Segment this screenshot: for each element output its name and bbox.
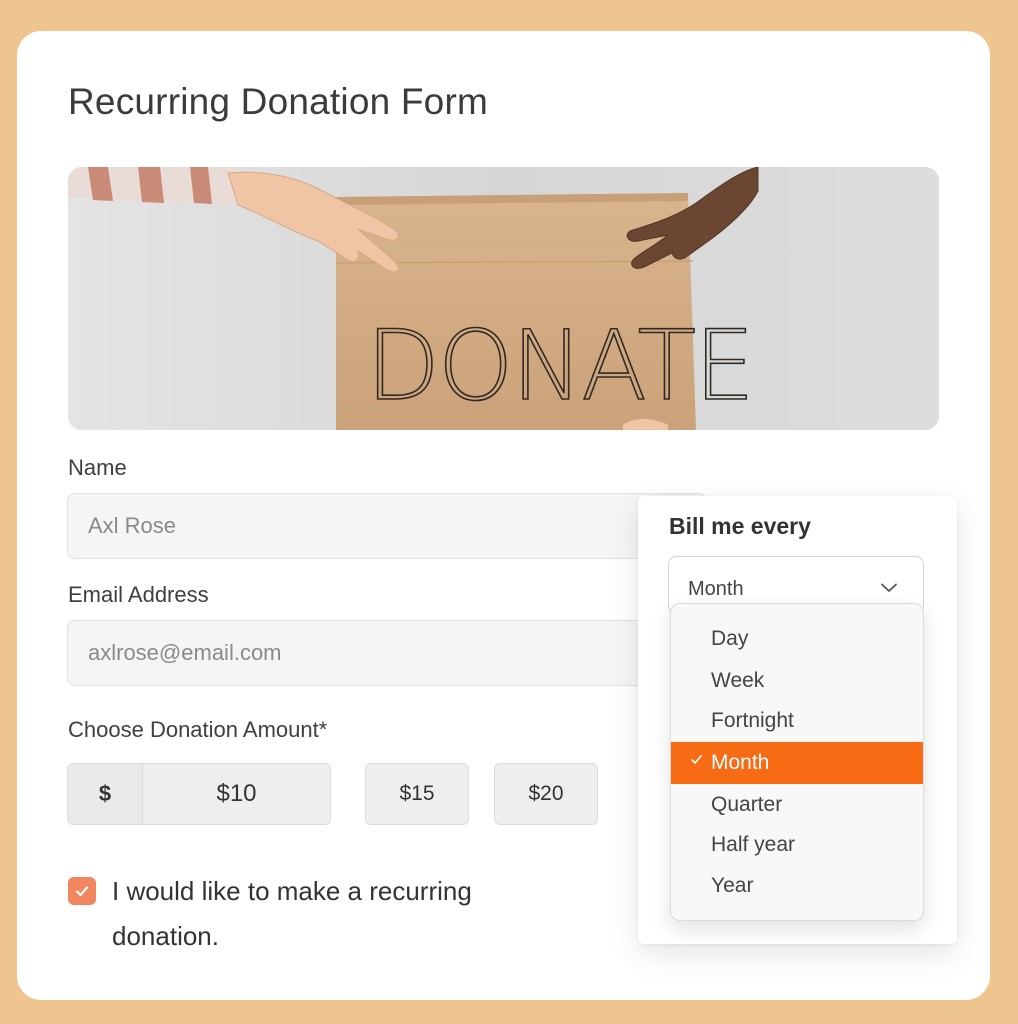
currency-symbol: $ bbox=[68, 764, 143, 824]
donation-amount-label: Choose Donation Amount* bbox=[68, 717, 328, 742]
email-input[interactable] bbox=[67, 620, 707, 686]
option-label: Week bbox=[711, 669, 765, 692]
billing-frequency-panel: Bill me every Month Day Week Fortnight M… bbox=[638, 496, 957, 944]
option-week[interactable]: Week bbox=[671, 660, 923, 702]
form-title: Recurring Donation Form bbox=[68, 81, 488, 122]
donate-sign-text: DONATE bbox=[366, 310, 753, 422]
option-month[interactable]: Month bbox=[671, 742, 923, 784]
option-label: Quarter bbox=[711, 793, 783, 816]
checkmark-icon bbox=[75, 886, 89, 897]
custom-amount-field[interactable]: $ $10 bbox=[67, 763, 331, 825]
option-label: Day bbox=[711, 627, 749, 650]
amount-preset-15-button[interactable]: $15 bbox=[365, 763, 469, 825]
option-day[interactable]: Day bbox=[671, 618, 923, 660]
email-label: Email Address bbox=[68, 582, 209, 607]
amount-value[interactable]: $10 bbox=[143, 764, 330, 824]
option-label: Fortnight bbox=[711, 709, 794, 732]
billing-frequency-dropdown: Day Week Fortnight Month Quarter Half ye… bbox=[670, 603, 924, 921]
recurring-checkbox[interactable] bbox=[68, 877, 96, 905]
name-input[interactable] bbox=[67, 493, 707, 559]
option-half-year[interactable]: Half year bbox=[671, 824, 923, 866]
billing-frequency-title: Bill me every bbox=[669, 513, 811, 539]
billing-frequency-selected-value: Month bbox=[688, 578, 744, 600]
option-quarter[interactable]: Quarter bbox=[671, 784, 923, 826]
name-label: Name bbox=[68, 455, 127, 480]
option-label: Half year bbox=[711, 833, 796, 856]
chevron-down-icon bbox=[881, 583, 897, 592]
option-fortnight[interactable]: Fortnight bbox=[671, 700, 923, 742]
option-label: Year bbox=[711, 874, 754, 897]
option-year[interactable]: Year bbox=[671, 865, 923, 907]
amount-preset-20-button[interactable]: $20 bbox=[494, 763, 598, 825]
option-label: Month bbox=[711, 751, 770, 774]
recurring-checkbox-label[interactable]: I would like to make a recurring donatio… bbox=[112, 869, 552, 959]
check-icon bbox=[691, 755, 702, 764]
donate-hero-image: DONATE bbox=[68, 167, 939, 430]
